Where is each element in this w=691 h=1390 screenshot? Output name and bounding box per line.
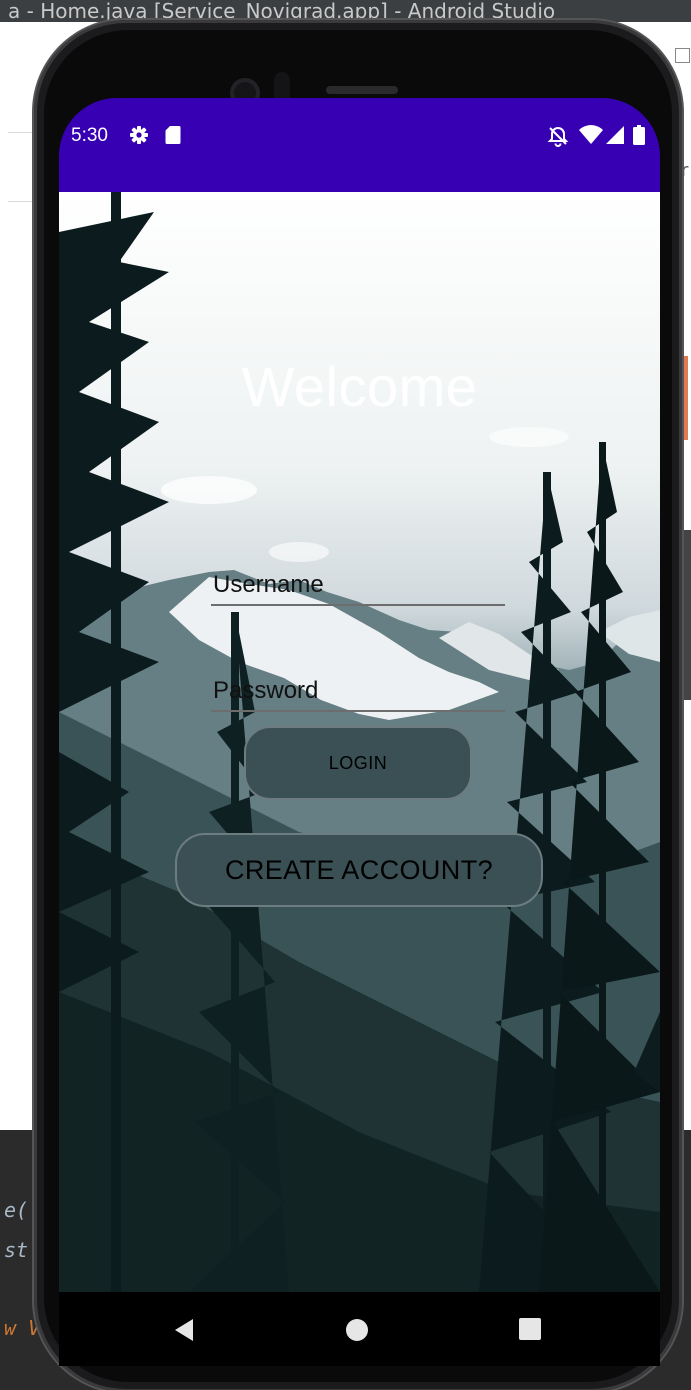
login-activity: Welcome LOGIN CREATE ACCOUNT? [59, 192, 660, 1292]
recents-icon[interactable] [519, 1318, 541, 1340]
username-input[interactable] [211, 566, 505, 606]
cellular-icon [606, 126, 624, 144]
wifi-icon [579, 125, 603, 144]
ide-scrollbar[interactable] [684, 530, 691, 700]
earpiece-speaker [326, 86, 398, 94]
back-icon[interactable] [173, 1318, 195, 1342]
navigation-bar [59, 1292, 660, 1366]
ide-title-text: a - Home.java [Service_Novigrad.app] - A… [8, 0, 556, 22]
ide-checkbox[interactable] [675, 48, 690, 63]
password-input[interactable] [211, 672, 505, 712]
home-icon[interactable] [345, 1318, 369, 1342]
notifications-off-icon [547, 126, 569, 147]
status-bar: 5:30 [59, 98, 660, 192]
ide-code-line: e( [4, 1198, 29, 1222]
phone-screen: 5:30 Welcome Username LOGIN CREATE ACCOU… [59, 98, 660, 1366]
welcome-title: Welcome [241, 355, 478, 418]
ide-title-bar: a - Home.java [Service_Novigrad.app] - A… [0, 0, 691, 22]
status-time: 5:30 [71, 125, 108, 146]
gear-icon [130, 126, 148, 144]
sd-card-icon [165, 126, 181, 144]
login-button[interactable]: LOGIN [244, 726, 472, 800]
create-account-button[interactable]: CREATE ACCOUNT? [175, 833, 543, 907]
ide-editor-edge: r [681, 160, 689, 181]
ide-code-line: w V [4, 1316, 41, 1340]
battery-icon [633, 125, 645, 145]
ide-code-line: st [4, 1238, 29, 1262]
